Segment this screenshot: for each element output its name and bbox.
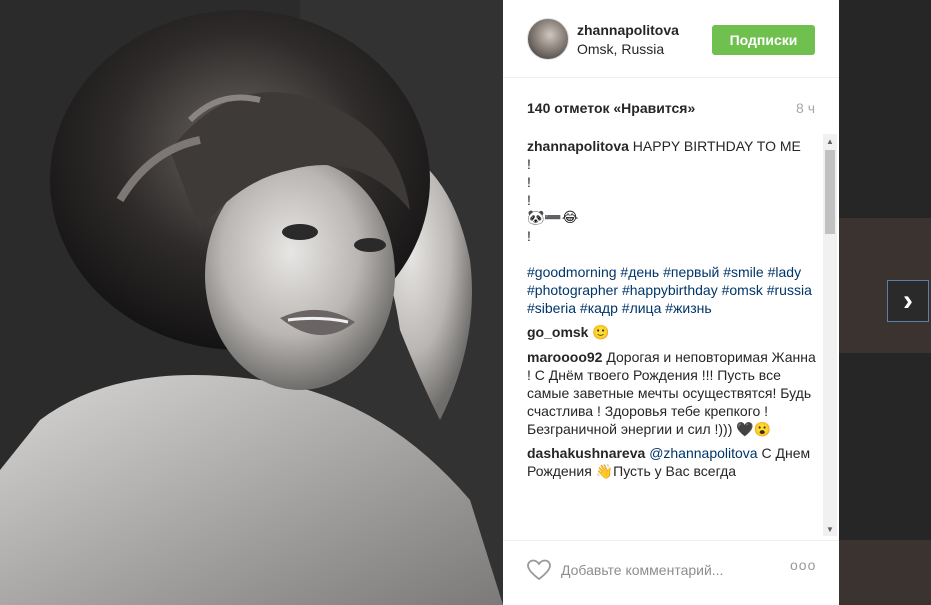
hashtag[interactable]: #первый: [663, 264, 719, 280]
caption-line: !: [527, 192, 531, 208]
hashtag[interactable]: #siberia: [527, 300, 576, 316]
hashtag[interactable]: #happybirthday: [622, 282, 718, 298]
post-footer: ooo: [503, 540, 839, 605]
post-location[interactable]: Omsk, Russia: [577, 41, 664, 57]
scroll-up-icon[interactable]: ▲: [823, 134, 837, 148]
post-header: zhannapolitova Omsk, Russia Подписки: [503, 0, 839, 78]
hashtag[interactable]: #день: [620, 264, 659, 280]
comment-input[interactable]: [561, 557, 773, 583]
post-username[interactable]: zhannapolitova: [577, 22, 679, 38]
caption-username[interactable]: zhannapolitova: [527, 138, 629, 154]
caption-line: !: [527, 156, 531, 172]
caption-line: !: [527, 174, 531, 190]
next-post-button[interactable]: ›: [887, 280, 929, 322]
hashtag[interactable]: #smile: [723, 264, 763, 280]
scrollbar-thumb[interactable]: [825, 150, 835, 234]
hashtag[interactable]: #goodmorning: [527, 264, 617, 280]
more-options-icon[interactable]: ooo: [790, 557, 816, 573]
comment: dashakushnareva @zhannapolitova С Днем Р…: [527, 444, 820, 480]
caption-text: HAPPY BIRTHDAY TO ME: [632, 138, 801, 154]
post-side-panel: zhannapolitova Omsk, Russia Подписки 140…: [503, 0, 839, 605]
hashtag[interactable]: #omsk: [722, 282, 763, 298]
comments-scrollbar[interactable]: ▲ ▼: [823, 134, 837, 536]
comment: maroooo92 Дорогая и неповторимая Жанна !…: [527, 348, 820, 438]
avatar[interactable]: [527, 18, 569, 60]
likes-count[interactable]: 140 отметок «Нравится»: [527, 100, 695, 116]
caption: zhannapolitova HAPPY BIRTHDAY TO ME ! ! …: [527, 137, 820, 317]
hashtag-list: #goodmorning #день #первый #smile #lady …: [527, 263, 820, 317]
comment: go_omsk 🙂: [527, 323, 820, 342]
post-photo: [0, 0, 503, 605]
hashtag[interactable]: #photographer: [527, 282, 618, 298]
post-time: 8 ч: [796, 100, 815, 116]
hashtag[interactable]: #russia: [767, 282, 812, 298]
heart-icon[interactable]: [527, 559, 551, 581]
comment-username[interactable]: dashakushnareva: [527, 445, 645, 461]
comment-text: 🙂: [592, 325, 610, 341]
chevron-right-icon: ›: [903, 284, 913, 317]
hashtag[interactable]: #кадр: [580, 300, 618, 316]
scroll-down-icon[interactable]: ▼: [823, 522, 837, 536]
comment-username[interactable]: go_omsk: [527, 324, 588, 340]
hashtag[interactable]: #lady: [768, 264, 801, 280]
hashtag[interactable]: #жизнь: [665, 300, 711, 316]
hashtag[interactable]: #лица: [622, 300, 662, 316]
background-thumbnail: [839, 540, 931, 605]
follow-button[interactable]: Подписки: [712, 25, 815, 55]
comment-mention[interactable]: @zhannapolitova: [649, 445, 757, 461]
caption-emoji-line: 🐼➖😂: [527, 210, 579, 226]
comments-list[interactable]: zhannapolitova HAPPY BIRTHDAY TO ME ! ! …: [527, 137, 820, 535]
comment-username[interactable]: maroooo92: [527, 349, 602, 365]
caption-line: !: [527, 228, 531, 244]
